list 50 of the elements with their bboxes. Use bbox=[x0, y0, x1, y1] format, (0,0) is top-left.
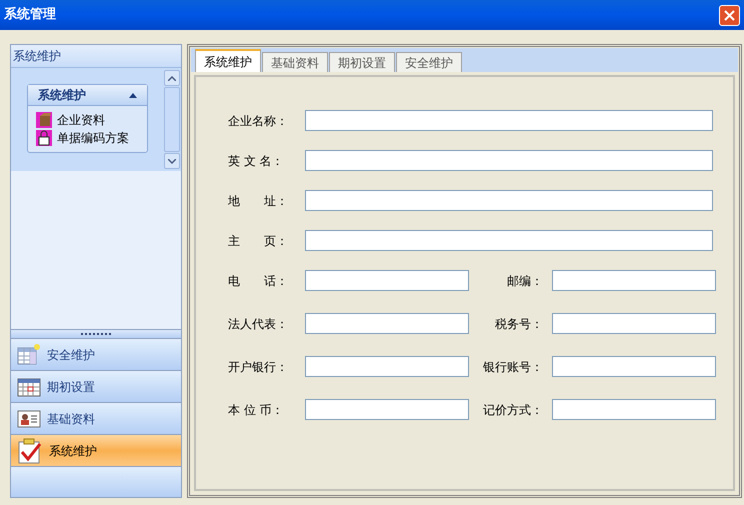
field-label: 银行账号： bbox=[482, 358, 543, 376]
close-button[interactable] bbox=[719, 4, 740, 26]
calendar-icon bbox=[17, 376, 41, 396]
group-item[interactable]: 企业资料 bbox=[36, 112, 147, 128]
text-field[interactable] bbox=[552, 356, 716, 377]
field-label: 邮编： bbox=[506, 272, 543, 290]
group-item[interactable]: 单据编码方案 bbox=[36, 130, 147, 146]
field-label: 开户银行： bbox=[228, 358, 289, 376]
field-label: 记价方式： bbox=[482, 402, 543, 418]
text-field[interactable] bbox=[305, 270, 469, 291]
text-field[interactable] bbox=[305, 356, 469, 377]
clipboard-check-icon bbox=[17, 438, 43, 464]
group-header[interactable]: 系统维护 bbox=[28, 85, 147, 106]
field-label: 主 页： bbox=[228, 232, 289, 250]
package-icon bbox=[36, 112, 52, 128]
window-title: 系统管理 bbox=[4, 6, 56, 24]
field-label: 税务号： bbox=[494, 316, 543, 332]
text-field[interactable] bbox=[305, 399, 469, 420]
splitter-handle[interactable] bbox=[11, 329, 181, 338]
lock-icon bbox=[36, 130, 52, 146]
scroll-up-icon[interactable] bbox=[168, 76, 176, 80]
text-field[interactable] bbox=[305, 190, 713, 211]
nav-button[interactable]: 安全维护 bbox=[11, 338, 181, 370]
tab[interactable]: 系统维护 bbox=[195, 49, 261, 72]
tab[interactable]: 安全维护 bbox=[396, 52, 462, 72]
field-label: 企业名称： bbox=[228, 112, 289, 130]
field-label: 电 话： bbox=[228, 272, 289, 290]
text-field[interactable] bbox=[552, 313, 716, 334]
text-field[interactable] bbox=[305, 230, 713, 251]
close-icon bbox=[724, 10, 735, 20]
sidebar-header: 系统维护 bbox=[11, 45, 181, 68]
text-field[interactable] bbox=[305, 110, 713, 131]
nav-button[interactable]: 基础资料 bbox=[11, 402, 181, 434]
nav-button[interactable]: 期初设置 bbox=[11, 370, 181, 402]
scroll-down-icon[interactable] bbox=[168, 158, 176, 164]
table-icon bbox=[17, 344, 41, 366]
nav-button[interactable]: 系统维护 bbox=[11, 434, 181, 466]
field-label: 本 位 币： bbox=[228, 402, 285, 418]
scrollbar[interactable] bbox=[164, 68, 180, 171]
text-field[interactable] bbox=[552, 399, 716, 420]
field-label: 地 址： bbox=[228, 192, 289, 210]
collapse-icon bbox=[129, 92, 137, 98]
text-field[interactable] bbox=[552, 270, 716, 291]
tab[interactable]: 基础资料 bbox=[262, 52, 328, 72]
contact-card-icon bbox=[17, 408, 41, 428]
field-label: 法人代表： bbox=[228, 316, 289, 332]
field-label: 英 文 名： bbox=[228, 152, 285, 170]
tab[interactable]: 期初设置 bbox=[329, 52, 395, 72]
text-field[interactable] bbox=[305, 150, 713, 171]
text-field[interactable] bbox=[305, 313, 469, 334]
